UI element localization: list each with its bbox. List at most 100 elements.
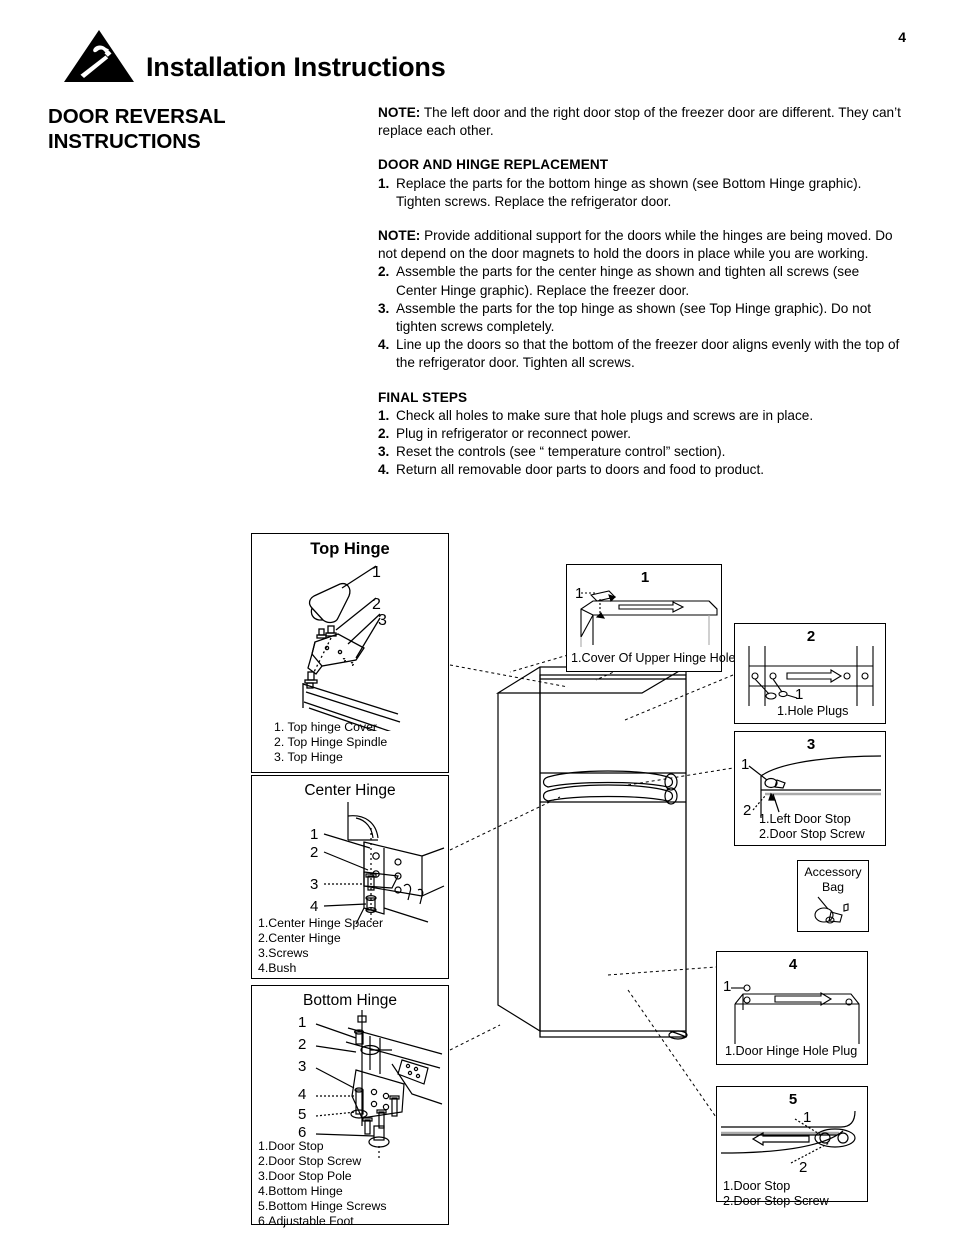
callout-1-caption: 1.Cover Of Upper Hinge Hole [571,651,736,665]
center-hinge-legend-1: 1.Center Hinge Spacer [258,916,384,930]
step-3: 3. Assemble the parts for the top hinge a… [378,300,902,336]
panel-callout-4: 4 1 1.Door Hinge Hole Plug [716,951,868,1065]
callout-4-marker-1: 1 [723,978,732,995]
panel-callout-1: 1 1 1.Cover Of Upper Hinge Hole [566,564,736,672]
callout-1-marker-1: 1 [575,585,584,602]
center-hinge-marker-2: 2 [310,844,319,861]
note-1-label: NOTE: [378,105,421,120]
bottom-hinge-marker-5: 5 [298,1106,307,1123]
note-2-label: NOTE: [378,228,421,244]
top-hinge-legend-1: 1. Top hinge Cover [274,720,377,734]
panel-center-hinge: Center Hinge 1 2 3 4 1.Center Hinge Spac… [251,775,449,979]
bottom-hinge-legend-1: 1.Door Stop [258,1139,324,1153]
step-2-text: Assemble the parts for the center hinge … [396,264,860,298]
final-step-1: 1. Check all holes to make sure that hole… [378,407,902,425]
callout-2-drawing [748,646,874,706]
step-1-text: Replace the parts for the bottom hinge a… [396,175,862,209]
section-heading-line1: DOOR REVERSAL [48,105,226,128]
page-title: Installation Instructions [146,52,446,82]
accessory-bag-title-line2: Bag [821,879,845,894]
final-step-3-number: 3. [378,444,390,460]
panel-callout-3: 3 1 2 1.Left Door Stop 2.Door Stop Screw [734,731,886,846]
step-3-number: 3. [378,300,390,316]
refrigerator-line-drawing [495,666,689,1040]
center-hinge-marker-3: 3 [310,876,319,893]
bottom-hinge-legend-3: 3.Door Stop Pole [258,1169,352,1183]
manual-page: Installation Instructions 4 DOOR REVERSA… [0,0,954,1235]
bottom-hinge-marker-4: 4 [298,1086,307,1103]
step-2: 2. Assemble the parts for the center hing… [378,263,902,299]
callout-2-caption: 1.Hole Plugs [777,704,849,718]
center-hinge-legend-4: 4.Bush [258,961,297,975]
panel-accessory-bag: Accessory Bag [797,860,869,932]
final-step-4: 4. Return all removable door parts to doo… [378,461,902,479]
step-4-number: 4. [378,337,390,353]
top-hinge-legend-3: 3. Top Hinge [274,750,343,764]
callout-5-drawing [720,1110,856,1164]
callout-5-caption-line2: 2.Door Stop Screw [723,1194,829,1208]
callout-4-drawing [731,984,860,1044]
callout-5-marker-1: 1 [803,1109,812,1126]
accessory-bag-title-line1: Accessory [804,865,862,879]
note-1: NOTE: The left door and the right door s… [378,104,902,140]
final-step-2-text: Plug in refrigerator or reconnect power. [396,426,631,442]
panel-center-hinge-title: Center Hinge [304,782,396,799]
callout-4-caption: 1.Door Hinge Hole Plug [725,1044,858,1058]
step-1: 1. Replace the parts for the bottom hinge… [378,175,902,211]
final-step-3: 3. Reset the controls (see “ temperature … [378,443,902,461]
final-step-3-text: Reset the controls (see “ temperature co… [396,444,726,460]
panel-callout-5: 5 1 2 1.Door Stop 2.Door Stop Screw [716,1086,868,1208]
final-step-1-number: 1. [378,407,390,423]
final-step-2-number: 2. [378,426,390,442]
note-2-text: Provide additional support for the doors… [378,228,893,262]
page-number: 4 [898,29,906,45]
panel-top-hinge: Top Hinge 1 2 3 1. Top hinge Cover 2. To… [251,533,449,773]
bottom-hinge-legend-2: 2.Door Stop Screw [258,1154,362,1168]
top-hinge-drawing [302,565,401,731]
final-step-4-number: 4. [378,462,390,478]
instructions-column: NOTE: The left door and the right door s… [378,104,902,480]
bottom-hinge-marker-3: 3 [298,1058,307,1075]
callout-5-caption-line1: 1.Door Stop [723,1179,791,1193]
step-4-text: Line up the doors so that the bottom of … [396,337,900,371]
callout-3-caption-line2: 2.Door Stop Screw [759,827,865,841]
bottom-hinge-legend-5: 5.Bottom Hinge Screws [258,1199,387,1213]
subheading-door-and-hinge-replacement: DOOR AND HINGE REPLACEMENT [378,157,609,173]
note-2: NOTE: Provide additional support for the… [378,227,902,263]
bottom-hinge-marker-2: 2 [298,1036,307,1053]
final-step-2: 2. Plug in refrigerator or reconnect powe… [378,425,902,443]
section-heading: DOOR REVERSAL INSTRUCTIONS [48,104,348,154]
final-step-4-text: Return all removable door parts to doors… [396,462,765,478]
bottom-hinge-marker-1: 1 [298,1014,307,1031]
center-hinge-legend-2: 2.Center Hinge [258,931,341,945]
callout-3-marker-1: 1 [741,756,750,773]
figures-area: Top Hinge 1 2 3 1. Top hinge Cover 2. To… [0,520,954,1235]
top-hinge-legend-2: 2. Top Hinge Spindle [274,735,388,749]
page-header: Installation Instructions 4 [0,0,954,100]
step-4: 4. Line up the doors so that the bottom o… [378,336,902,372]
hazard-triangle-hammer-icon [62,28,136,84]
section-heading-line2: INSTRUCTIONS [48,130,201,153]
panel-callout-2: 2 1 1.Hole Plugs [734,623,886,724]
callout-2-marker-1: 1 [795,686,804,703]
final-step-1-text: Check all holes to make sure that hole p… [396,407,814,423]
callout-3-caption-line1: 1.Left Door Stop [759,812,851,826]
subheading-final-steps: FINAL STEPS [378,389,468,405]
step-3-text: Assemble the parts for the top hinge as … [396,300,872,335]
step-2-number: 2. [378,264,390,280]
accessory-bag-parts-icon [814,896,849,924]
note-1-text: The left door and the right door stop of… [378,105,901,139]
center-hinge-legend-3: 3.Screws [258,946,309,960]
panel-bottom-hinge: Bottom Hinge 1 2 3 4 5 6 1.Door Stop 2.D… [251,985,449,1228]
bottom-hinge-legend-6: 6.Adjustable Foot [258,1214,354,1228]
callout-1-drawing [580,590,718,647]
top-hinge-marker-3: 3 [378,612,387,629]
center-hinge-marker-1: 1 [310,826,319,843]
step-1-number: 1. [378,175,390,191]
bottom-hinge-legend-4: 4.Bottom Hinge [258,1184,343,1198]
callout-5-marker-2: 2 [799,1159,808,1176]
center-hinge-marker-4: 4 [310,898,319,915]
top-hinge-marker-1: 1 [372,564,381,581]
callout-1-number: 1 [640,569,650,586]
callout-3-marker-2: 2 [743,802,752,819]
